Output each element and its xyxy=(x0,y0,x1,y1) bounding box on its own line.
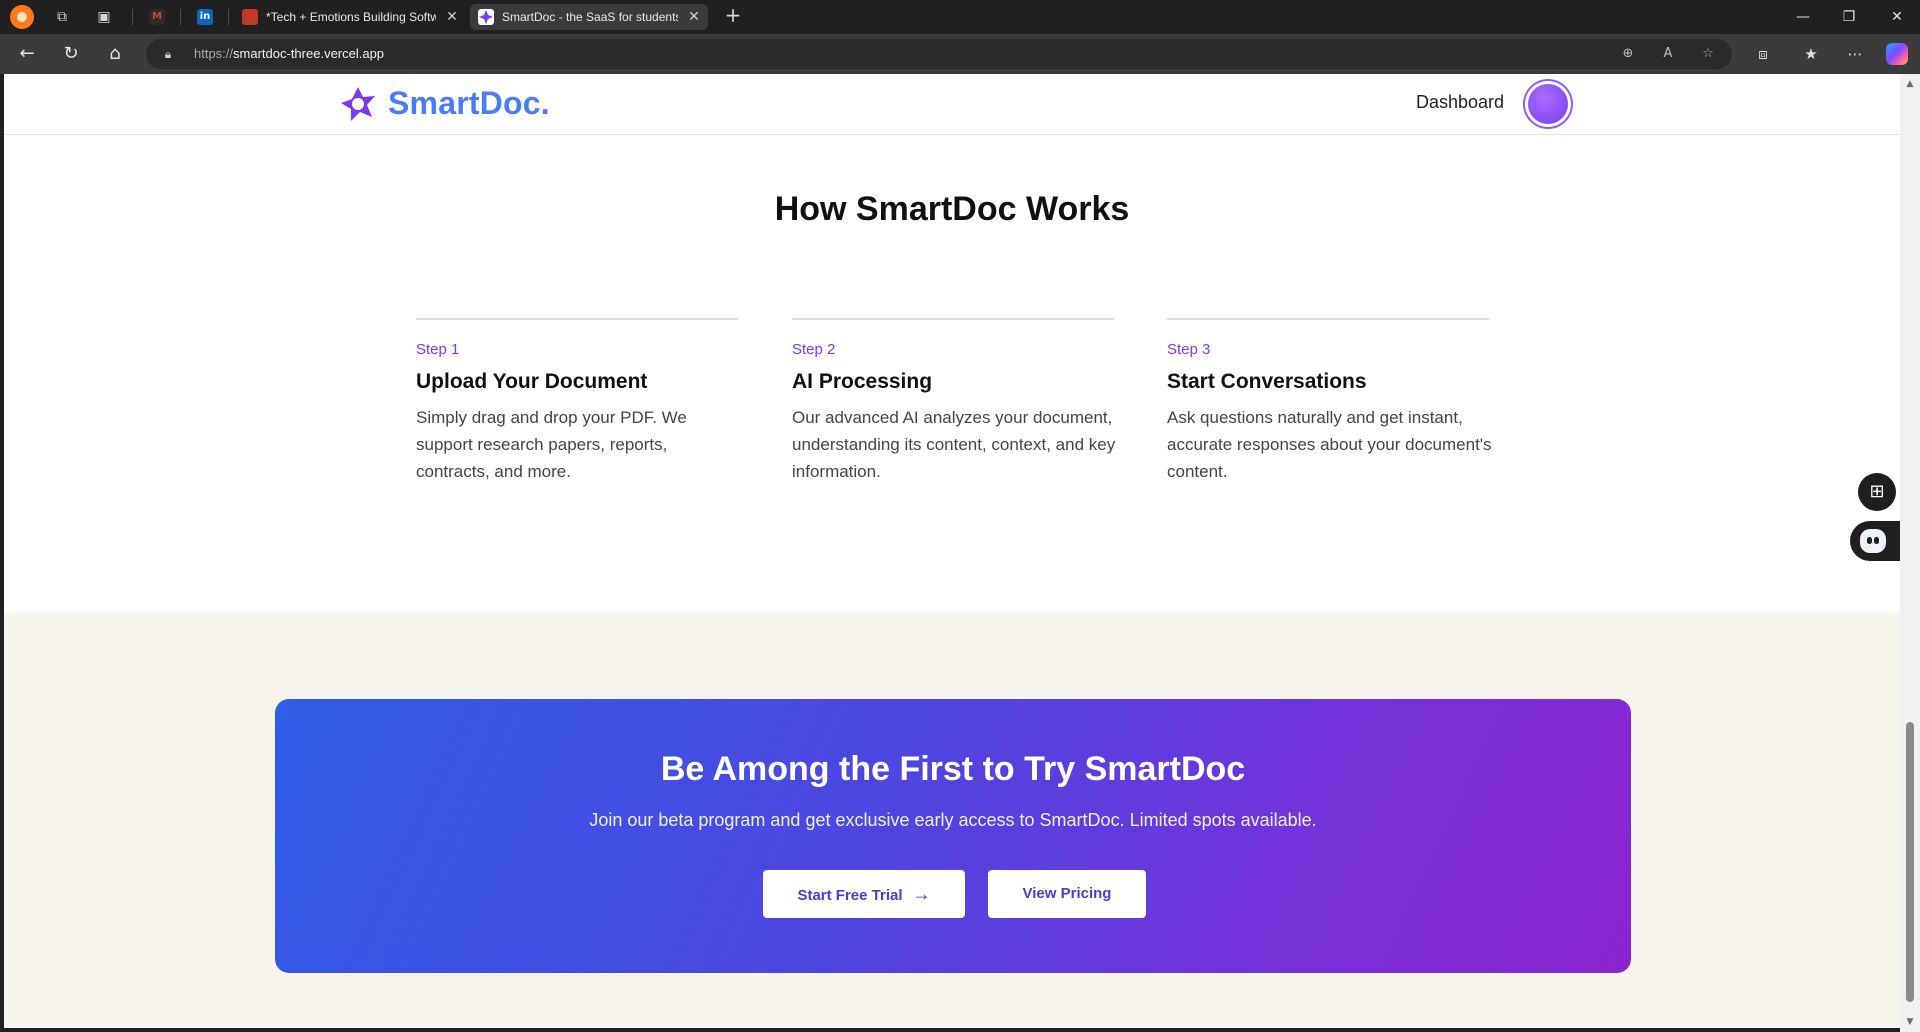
view-pricing-button[interactable]: View Pricing xyxy=(988,870,1146,918)
new-tab-button[interactable]: + xyxy=(722,5,744,27)
close-tab-icon[interactable]: ✕ xyxy=(444,8,460,24)
step-description: Our advanced AI analyzes your document, … xyxy=(792,408,1116,481)
step-divider xyxy=(416,318,738,320)
step-card: Step 3 Start Conversations Ask questions… xyxy=(1167,318,1492,485)
favorite-star-icon[interactable]: ☆ xyxy=(1698,44,1718,64)
address-url[interactable]: https://smartdoc-three.vercel.app xyxy=(194,46,384,61)
brand-logo-text[interactable]: SmartDoc. xyxy=(388,85,550,122)
tab-separator xyxy=(180,9,181,25)
step-card: Step 1 Upload Your Document Simply drag … xyxy=(416,318,738,485)
step-divider xyxy=(1167,318,1489,320)
more-menu-icon[interactable]: ⋯ xyxy=(1844,43,1866,65)
smartdoc-favicon-icon xyxy=(478,9,494,25)
favorites-icon[interactable]: ★ xyxy=(1800,43,1822,65)
assistant-bot-button[interactable] xyxy=(1850,521,1900,561)
site-header: SmartDoc. Dashboard xyxy=(4,74,1900,135)
address-bar[interactable]: 🔒︎ https://smartdoc-three.vercel.app ⊕ A… xyxy=(146,39,1732,69)
minimize-window-button[interactable]: — xyxy=(1780,0,1826,34)
cta-title: Be Among the First to Try SmartDoc xyxy=(660,750,1246,788)
back-arrow-icon[interactable]: ← xyxy=(14,42,40,66)
browser-tab-strip: ⧉ ▣ M in *Tech + Emotions Building Softw… xyxy=(0,0,1920,34)
tab-separator xyxy=(132,9,133,25)
zoom-icon[interactable]: ⊕ xyxy=(1618,44,1638,64)
start-free-trial-button[interactable]: Start Free Trial → xyxy=(763,870,965,918)
step-divider xyxy=(792,318,1114,320)
tab-actions-icon[interactable]: ▣ xyxy=(94,7,114,27)
workspaces-icon[interactable]: ⧉ xyxy=(52,7,72,27)
lock-icon[interactable]: 🔒︎ xyxy=(160,46,176,62)
user-avatar[interactable] xyxy=(1528,84,1568,124)
nav-link-dashboard[interactable]: Dashboard xyxy=(1416,92,1504,113)
linkedin-icon: in xyxy=(197,9,213,25)
pinned-tab-gmail[interactable]: M xyxy=(140,4,174,30)
home-icon[interactable]: ⌂ xyxy=(102,42,128,66)
scroll-up-arrow-icon[interactable]: ▲ xyxy=(1900,76,1920,92)
pinned-tab-linkedin[interactable]: in xyxy=(188,4,222,30)
tab-title: SmartDoc - the SaaS for students xyxy=(502,10,678,24)
restore-window-button[interactable]: ❐ xyxy=(1826,0,1872,34)
step-label: Step 2 xyxy=(792,341,836,358)
step-card: Step 2 AI Processing Our advanced AI ana… xyxy=(792,318,1115,485)
tab-separator xyxy=(228,9,229,25)
section-title-how-it-works: How SmartDoc Works xyxy=(774,190,1130,228)
step-description: Simply drag and drop your PDF. We suppor… xyxy=(416,408,687,481)
tab-tech-emotions[interactable]: *Tech + Emotions Building Softwa ✕ xyxy=(234,4,466,30)
step-label: Step 1 xyxy=(416,341,460,358)
scrollbar-thumb[interactable] xyxy=(1906,722,1914,1002)
extensions-icon[interactable]: ⧈ xyxy=(1752,43,1774,65)
start-free-trial-label: Start Free Trial xyxy=(797,887,903,904)
read-aloud-icon[interactable]: A xyxy=(1658,44,1678,64)
page-scrollbar[interactable]: ▲ ▼ xyxy=(1900,74,1920,1032)
step-title: Start Conversations xyxy=(1167,370,1367,393)
step-description: Ask questions naturally and get instant,… xyxy=(1167,408,1492,481)
close-window-button[interactable]: ✕ xyxy=(1874,0,1920,34)
refresh-icon[interactable]: ↻ xyxy=(58,42,84,66)
cta-subtitle: Join our beta program and get exclusive … xyxy=(589,810,1317,830)
step-title: Upload Your Document xyxy=(416,370,648,393)
smartdoc-logo-icon[interactable] xyxy=(338,84,378,124)
profile-avatar-icon[interactable] xyxy=(10,5,34,29)
scroll-down-arrow-icon[interactable]: ▼ xyxy=(1900,1014,1920,1030)
step-title: AI Processing xyxy=(792,370,933,393)
tab-title: *Tech + Emotions Building Softwa xyxy=(266,10,436,24)
step-label: Step 3 xyxy=(1167,341,1211,358)
pdf-file-icon xyxy=(242,9,258,25)
copilot-icon[interactable] xyxy=(1886,43,1908,65)
bot-face-icon xyxy=(1860,529,1886,553)
tab-smartdoc[interactable]: SmartDoc - the SaaS for students ✕ xyxy=(470,4,708,30)
beta-cta-banner: Be Among the First to Try SmartDoc Join … xyxy=(275,699,1631,973)
browser-toolbar: ← ↻ ⌂ 🔒︎ https://smartdoc-three.vercel.a… xyxy=(0,34,1920,74)
gmail-icon: M xyxy=(149,9,165,25)
apps-grid-icon[interactable]: ⊞ xyxy=(1858,473,1896,511)
arrow-right-icon: → xyxy=(912,884,931,904)
close-tab-icon[interactable]: ✕ xyxy=(686,8,702,24)
page-viewport: SmartDoc. Dashboard How SmartDoc Works S… xyxy=(4,74,1900,1028)
